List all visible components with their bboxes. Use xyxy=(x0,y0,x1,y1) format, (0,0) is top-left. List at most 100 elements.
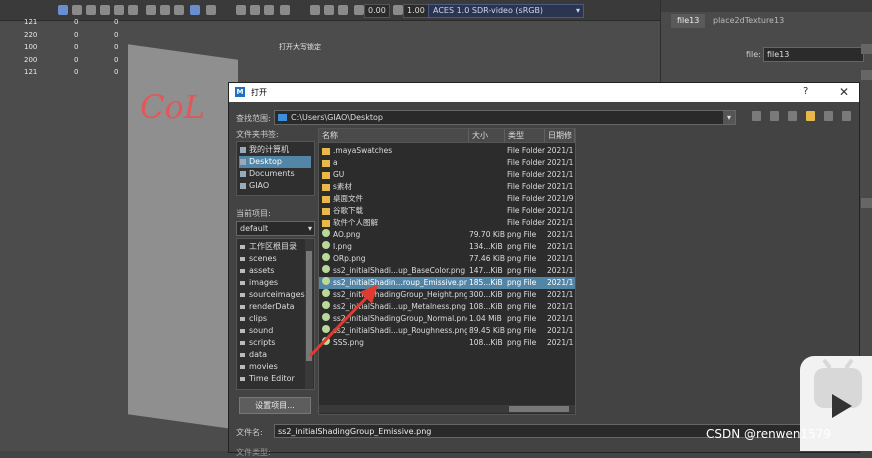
file-node-name-input[interactable]: file13 xyxy=(763,47,864,62)
grid-icon[interactable] xyxy=(58,5,68,15)
file-type: png File xyxy=(507,338,537,347)
sphere-icon[interactable] xyxy=(236,5,246,15)
column-header-type[interactable]: 类型 xyxy=(505,129,545,142)
xray-icon[interactable] xyxy=(174,5,184,15)
file-row[interactable]: 软件个人图解 File Folder 2021/1 xyxy=(319,217,575,229)
cube-icon[interactable] xyxy=(146,5,156,15)
back-icon[interactable] xyxy=(752,111,761,121)
folder-label: data xyxy=(249,350,268,359)
dialog-titlebar[interactable]: M 打开 ? ✕ xyxy=(229,83,859,102)
tab-place2dtexture13[interactable]: place2dTexture13 xyxy=(707,14,790,28)
file-date: 2021/1 xyxy=(547,338,574,347)
column-header-date[interactable]: 日期修 xyxy=(545,129,575,142)
panel-edge-button[interactable] xyxy=(861,198,872,208)
antialias-icon[interactable] xyxy=(280,5,290,15)
file-row[interactable]: I.png 134...KiB png File 2021/1 xyxy=(319,241,575,253)
project-folder-item[interactable]: renderData xyxy=(239,301,295,313)
maya-app-icon: M xyxy=(235,87,245,97)
hud-value: 0 xyxy=(114,56,119,64)
project-folder-item[interactable]: Time Editor xyxy=(239,373,295,385)
exposure-icon[interactable] xyxy=(354,5,364,15)
gamma-icon[interactable] xyxy=(393,5,403,15)
panel-edge-button[interactable] xyxy=(861,70,872,80)
gamma-input[interactable]: 1.00 xyxy=(403,4,429,18)
file-list-hscrollbar[interactable] xyxy=(319,405,575,413)
exposure-input[interactable]: 0.00 xyxy=(364,4,390,18)
wireframe-icon[interactable] xyxy=(72,5,82,15)
hud-value: 0 xyxy=(74,31,79,39)
project-value: default xyxy=(240,224,269,233)
hud-value: 0 xyxy=(74,68,79,76)
help-button[interactable]: ? xyxy=(803,86,808,97)
dialog-title: 打开 xyxy=(251,88,267,97)
hud-value: 121 xyxy=(24,68,38,76)
shadows-icon[interactable] xyxy=(128,5,138,15)
new-folder-icon[interactable] xyxy=(806,111,815,121)
handwritten-annotation: CoL xyxy=(140,88,205,126)
file-row[interactable]: GU File Folder 2021/1 xyxy=(319,169,575,181)
file-row[interactable]: a File Folder 2021/1 xyxy=(319,157,575,169)
project-folder-item[interactable]: movies xyxy=(239,361,278,373)
project-folder-item[interactable]: clips xyxy=(239,313,267,325)
shaded-icon[interactable] xyxy=(86,5,96,15)
ssao-icon[interactable] xyxy=(250,5,260,15)
project-folder-item[interactable]: sound xyxy=(239,325,273,337)
file-node-label: file: xyxy=(746,50,761,59)
hud-value: 100 xyxy=(24,43,38,51)
set-project-button[interactable]: 设置项目... xyxy=(239,397,311,414)
bookmark-giao[interactable]: GIAO xyxy=(239,180,311,192)
scrollbar-thumb[interactable] xyxy=(509,406,569,412)
column-header-name[interactable]: 名称 xyxy=(319,129,469,142)
up-folder-icon[interactable] xyxy=(788,111,797,121)
folder-icon xyxy=(240,257,245,261)
bookmark-my-computer[interactable]: 我的计算机 xyxy=(239,144,311,156)
detail-view-icon[interactable] xyxy=(842,111,851,121)
project-folder-item[interactable]: scenes xyxy=(239,253,277,265)
hud-row: 121 0 0 xyxy=(0,18,140,30)
file-row[interactable]: 谷歌下载 File Folder 2021/1 xyxy=(319,205,575,217)
hud-value: 0 xyxy=(74,56,79,64)
color-space-dropdown[interactable]: ACES 1.0 SDR-video (sRGB) ▾ xyxy=(428,4,584,18)
project-dropdown[interactable]: default ▾ xyxy=(236,221,315,236)
project-folder-item[interactable]: assets xyxy=(239,265,274,277)
forward-icon[interactable] xyxy=(770,111,779,121)
bookmark-desktop[interactable]: Desktop xyxy=(239,156,311,168)
layout-icon[interactable] xyxy=(324,5,334,15)
user-icon xyxy=(240,183,246,189)
project-folder-item[interactable]: scripts xyxy=(239,337,275,349)
annotation-arrow xyxy=(308,284,378,358)
panel-edge-button[interactable] xyxy=(861,44,872,54)
current-project-label: 当前项目: xyxy=(236,209,271,218)
project-folder-item[interactable]: 工作区根目录 xyxy=(239,241,297,253)
file-type: File Folder xyxy=(507,218,545,227)
file-date: 2021/1 xyxy=(547,314,574,323)
column-header-size[interactable]: 大小 xyxy=(469,129,505,142)
look-in-path: C:\Users\GIAO\Desktop xyxy=(291,113,383,122)
camera-icon[interactable] xyxy=(160,5,170,15)
file-row[interactable]: AO.png 79.70 KiB png File 2021/1 xyxy=(319,229,575,241)
textured-icon[interactable] xyxy=(100,5,110,15)
close-button[interactable]: ✕ xyxy=(839,85,849,99)
resolution-gate-icon[interactable] xyxy=(206,5,216,15)
file-row[interactable]: 桌面文件 File Folder 2021/9 xyxy=(319,193,575,205)
bookmark-documents[interactable]: Documents xyxy=(239,168,311,180)
project-folder-item[interactable]: images xyxy=(239,277,278,289)
lights-icon[interactable] xyxy=(114,5,124,15)
isolate-icon[interactable] xyxy=(190,5,200,15)
snapshot-icon[interactable] xyxy=(310,5,320,15)
look-in-dropdown[interactable]: C:\Users\GIAO\Desktop ▾ xyxy=(274,110,736,125)
file-row[interactable]: .mayaSwatches File Folder 2021/1 xyxy=(319,145,575,157)
project-folder-item[interactable]: sourceimages xyxy=(239,289,305,301)
file-name: I.png xyxy=(333,242,352,251)
file-size: 300...KiB xyxy=(469,290,503,299)
file-row[interactable]: s素材 File Folder 2021/1 xyxy=(319,181,575,193)
motion-blur-icon[interactable] xyxy=(264,5,274,15)
fullscreen-icon[interactable] xyxy=(338,5,348,15)
tab-file13[interactable]: file13 xyxy=(671,14,706,28)
file-row[interactable]: ORp.png 77.46 KiB png File 2021/1 xyxy=(319,253,575,265)
folder-icon xyxy=(322,160,330,167)
file-name: .mayaSwatches xyxy=(333,146,393,155)
folder-icon xyxy=(240,329,245,333)
list-view-icon[interactable] xyxy=(824,111,833,121)
project-folder-item[interactable]: data xyxy=(239,349,267,361)
